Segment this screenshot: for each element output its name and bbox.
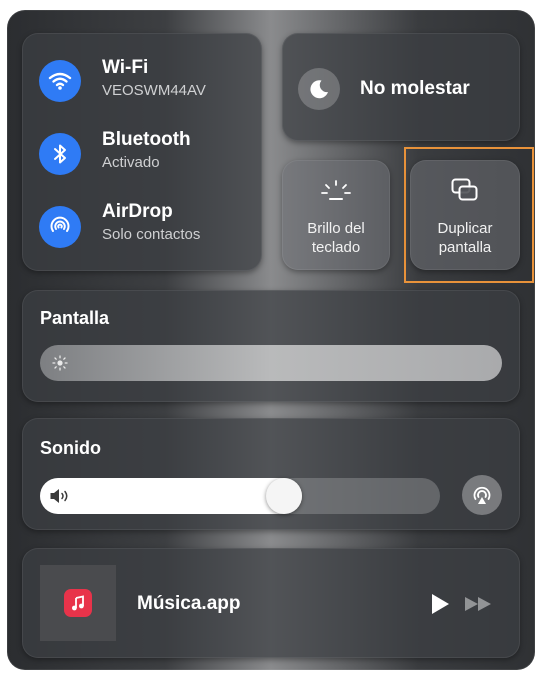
wifi-toggle[interactable] — [39, 60, 81, 102]
network-module: Wi-Fi VEOSWM44AV Bluetooth Activado AirD… — [22, 33, 262, 271]
wifi-row[interactable]: Wi-Fi VEOSWM44AV — [22, 33, 262, 103]
display-title: Pantalla — [40, 308, 110, 328]
speaker-icon — [50, 489, 68, 503]
airdrop-toggle[interactable] — [39, 206, 81, 248]
airdrop-status: Solo contactos — [102, 226, 201, 243]
moon-icon — [310, 80, 328, 99]
keyboard-brightness-button[interactable]: Brillo del teclado — [282, 160, 390, 270]
now-playing-app-name: Música.app — [137, 593, 241, 614]
bluetooth-title: Bluetooth — [102, 129, 191, 150]
wifi-network-name: VEOSWM44AV — [102, 82, 206, 99]
airdrop-row[interactable]: AirDrop Solo contactos — [22, 177, 262, 257]
volume-slider-knob[interactable] — [266, 478, 302, 514]
bluetooth-toggle[interactable] — [39, 133, 81, 175]
volume-slider[interactable] — [40, 478, 440, 514]
airdrop-title: AirDrop — [102, 201, 173, 222]
airplay-audio-icon — [473, 486, 491, 504]
control-center-panel: Wi-Fi VEOSWM44AV Bluetooth Activado AirD… — [7, 10, 535, 670]
brightness-icon — [52, 355, 68, 371]
display-module: Pantalla — [22, 290, 520, 402]
music-app-icon — [64, 589, 92, 617]
audio-output-button[interactable] — [462, 475, 502, 515]
bluetooth-row[interactable]: Bluetooth Activado — [22, 105, 262, 175]
screen-mirroring-icon — [451, 178, 478, 201]
screen-mirroring-button[interactable]: Duplicar pantalla — [410, 160, 520, 270]
airdrop-icon — [50, 216, 70, 232]
wifi-title: Wi-Fi — [102, 57, 149, 78]
wifi-icon — [48, 72, 72, 90]
album-artwork[interactable] — [40, 565, 116, 641]
do-not-disturb-label: No molestar — [360, 78, 470, 99]
now-playing-module: Música.app — [22, 548, 520, 658]
keyboard-brightness-icon — [321, 180, 351, 200]
do-not-disturb-module[interactable]: No molestar — [282, 33, 520, 141]
music-note-icon — [72, 595, 84, 611]
sound-title: Sonido — [40, 438, 101, 458]
keyboard-brightness-label: Brillo del teclado — [282, 219, 390, 257]
screen-mirroring-label-line2: pantalla — [438, 239, 492, 256]
sound-module: Sonido — [22, 418, 520, 530]
bluetooth-status: Activado — [102, 154, 160, 171]
screen-mirroring-label-line1: Duplicar — [437, 220, 493, 237]
keyboard-brightness-label-line2: teclado — [311, 239, 361, 256]
do-not-disturb-toggle[interactable] — [298, 68, 340, 110]
screen-mirroring-label: Duplicar pantalla — [410, 219, 520, 257]
fast-forward-icon[interactable] — [464, 596, 494, 612]
display-brightness-slider[interactable] — [40, 345, 502, 381]
volume-slider-fill — [40, 478, 302, 514]
keyboard-brightness-label-line1: Brillo del — [307, 220, 365, 237]
bluetooth-icon — [54, 144, 66, 164]
play-icon[interactable] — [430, 593, 450, 615]
